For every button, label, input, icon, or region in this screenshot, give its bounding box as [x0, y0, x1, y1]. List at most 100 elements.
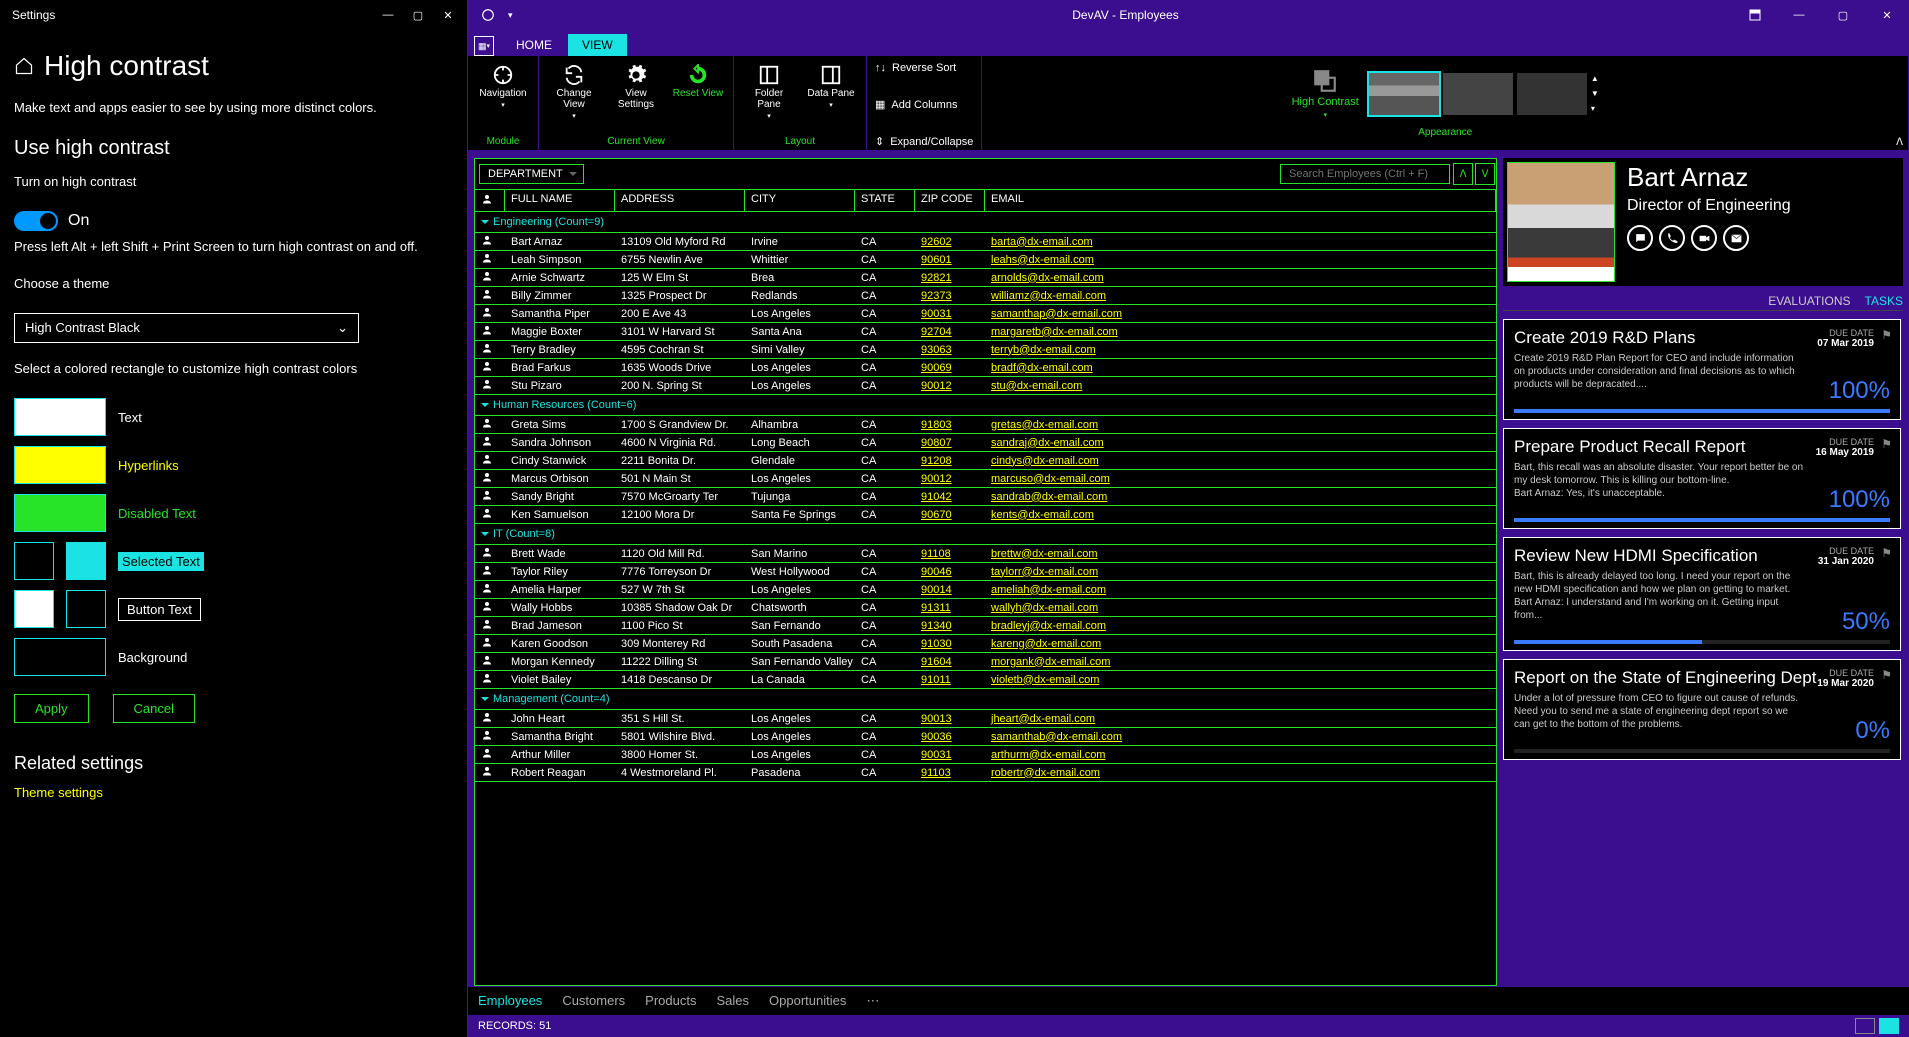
- group-row[interactable]: Engineering (Count=9): [475, 212, 1496, 233]
- email-link[interactable]: sandrab@dx-email.com: [985, 490, 1496, 504]
- app-menu-button[interactable]: ▦▾: [474, 36, 494, 56]
- zip-link[interactable]: 90036: [915, 730, 985, 744]
- table-row[interactable]: Billy Zimmer1325 Prospect DrRedlandsCA92…: [475, 287, 1496, 305]
- email-link[interactable]: robertr@dx-email.com: [985, 766, 1496, 780]
- email-link[interactable]: bradf@dx-email.com: [985, 361, 1496, 375]
- tab-home[interactable]: HOME: [502, 34, 566, 56]
- zip-link[interactable]: 90012: [915, 472, 985, 486]
- apply-button[interactable]: Apply: [14, 694, 89, 723]
- btab-employees[interactable]: Employees: [478, 993, 542, 1009]
- gallery-more[interactable]: ▾: [1591, 104, 1599, 113]
- table-row[interactable]: Sandy Bright7570 McGroarty TerTujungaCA9…: [475, 488, 1496, 506]
- video-icon[interactable]: [1691, 225, 1717, 251]
- zip-link[interactable]: 90014: [915, 583, 985, 597]
- app-close-button[interactable]: ✕: [1865, 0, 1909, 30]
- zip-link[interactable]: 91604: [915, 655, 985, 669]
- table-row[interactable]: Taylor Riley7776 Torreyson DrWest Hollyw…: [475, 563, 1496, 581]
- email-link[interactable]: margaretb@dx-email.com: [985, 325, 1496, 339]
- table-row[interactable]: Robert Reagan4 Westmoreland Pl.PasadenaC…: [475, 764, 1496, 782]
- zip-link[interactable]: 90807: [915, 436, 985, 450]
- email-link[interactable]: gretas@dx-email.com: [985, 418, 1496, 432]
- email-link[interactable]: ameliah@dx-email.com: [985, 583, 1496, 597]
- col-icon[interactable]: [475, 190, 505, 211]
- zip-link[interactable]: 91042: [915, 490, 985, 504]
- email-link[interactable]: barta@dx-email.com: [985, 235, 1496, 249]
- table-row[interactable]: Arnie Schwartz125 W Elm StBreaCA92821arn…: [475, 269, 1496, 287]
- qat-dropdown[interactable]: ▾: [508, 10, 518, 21]
- ribbon-collapse-button[interactable]: ᐱ: [1896, 137, 1903, 148]
- tab-view[interactable]: VIEW: [568, 34, 627, 56]
- btab-sales[interactable]: Sales: [716, 993, 749, 1009]
- table-row[interactable]: Sandra Johnson4600 N Virginia Rd.Long Be…: [475, 434, 1496, 452]
- table-row[interactable]: Marcus Orbison501 N Main StLos AngelesCA…: [475, 470, 1496, 488]
- zip-link[interactable]: 90031: [915, 307, 985, 321]
- view-mode-2[interactable]: [1879, 1018, 1899, 1034]
- table-row[interactable]: Brad Farkus1635 Woods DriveLos AngelesCA…: [475, 359, 1496, 377]
- email-link[interactable]: samanthap@dx-email.com: [985, 307, 1496, 321]
- cancel-button[interactable]: Cancel: [113, 694, 195, 723]
- email-link[interactable]: taylorr@dx-email.com: [985, 565, 1496, 579]
- zip-link[interactable]: 93063: [915, 343, 985, 357]
- table-row[interactable]: Brad Jameson1100 Pico StSan FernandoCA91…: [475, 617, 1496, 635]
- task-card[interactable]: Create 2019 R&D PlansDUE DATE07 Mar 2019…: [1503, 319, 1901, 420]
- email-link[interactable]: bradleyj@dx-email.com: [985, 619, 1496, 633]
- table-row[interactable]: Brett Wade1120 Old Mill Rd.San MarinoCA9…: [475, 545, 1496, 563]
- data-pane-button[interactable]: Data Pane▾: [804, 60, 858, 109]
- reverse-sort-button[interactable]: ↑↓Reverse Sort: [875, 60, 956, 76]
- zip-link[interactable]: 91011: [915, 673, 985, 687]
- grid-body[interactable]: Engineering (Count=9)Bart Arnaz13109 Old…: [475, 212, 1496, 985]
- zip-link[interactable]: 92373: [915, 289, 985, 303]
- col-zip[interactable]: ZIP CODE: [915, 190, 985, 211]
- group-row[interactable]: IT (Count=8): [475, 524, 1496, 545]
- email-link[interactable]: brettw@dx-email.com: [985, 547, 1496, 561]
- gallery-down[interactable]: ▼: [1591, 89, 1599, 98]
- table-row[interactable]: Ken Samuelson12100 Mora DrSanta Fe Sprin…: [475, 506, 1496, 524]
- email-link[interactable]: samanthab@dx-email.com: [985, 730, 1496, 744]
- table-row[interactable]: Bart Arnaz13109 Old Myford RdIrvineCA926…: [475, 233, 1496, 251]
- app-minimize-button[interactable]: —: [1777, 0, 1821, 30]
- btab-more[interactable]: ⋯: [866, 993, 879, 1009]
- email-link[interactable]: violetb@dx-email.com: [985, 673, 1496, 687]
- theme-thumb-1[interactable]: [1369, 73, 1439, 115]
- tab-tasks[interactable]: TASKS: [1865, 294, 1903, 308]
- group-row[interactable]: Human Resources (Count=6): [475, 395, 1496, 416]
- change-view-button[interactable]: Change View▾: [547, 60, 601, 120]
- email-link[interactable]: kareng@dx-email.com: [985, 637, 1496, 651]
- theme-thumb-2[interactable]: [1443, 73, 1513, 115]
- swatch-background[interactable]: [14, 638, 106, 676]
- col-full-name[interactable]: FULL NAME: [505, 190, 615, 211]
- theme-gallery[interactable]: ▲▼▾: [1369, 73, 1599, 115]
- table-row[interactable]: Arthur Miller3800 Homer St.Los AngelesCA…: [475, 746, 1496, 764]
- task-card[interactable]: Prepare Product Recall ReportDUE DATE16 …: [1503, 428, 1901, 529]
- email-link[interactable]: morgank@dx-email.com: [985, 655, 1496, 669]
- col-email[interactable]: EMAIL: [985, 190, 1496, 211]
- theme-thumb-3[interactable]: [1517, 73, 1587, 115]
- email-link[interactable]: williamz@dx-email.com: [985, 289, 1496, 303]
- hc-toggle[interactable]: [14, 211, 58, 231]
- btab-opportunities[interactable]: Opportunities: [769, 993, 846, 1009]
- mail-icon[interactable]: [1723, 225, 1749, 251]
- zip-link[interactable]: 91108: [915, 547, 985, 561]
- navigation-button[interactable]: Navigation▾: [476, 60, 530, 109]
- zip-link[interactable]: 91803: [915, 418, 985, 432]
- swatch-button-bg[interactable]: [66, 590, 106, 628]
- maximize-button[interactable]: ▢: [403, 2, 433, 28]
- zip-link[interactable]: 90670: [915, 508, 985, 522]
- zip-link[interactable]: 91103: [915, 766, 985, 780]
- table-row[interactable]: Terry Bradley4595 Cochran StSimi ValleyC…: [475, 341, 1496, 359]
- table-row[interactable]: Amelia Harper527 W 7th StLos AngelesCA90…: [475, 581, 1496, 599]
- app-maximize-button[interactable]: ▢: [1821, 0, 1865, 30]
- col-address[interactable]: ADDRESS: [615, 190, 745, 211]
- app-ribbon-mode-button[interactable]: [1733, 0, 1777, 30]
- zip-link[interactable]: 90069: [915, 361, 985, 375]
- zip-link[interactable]: 90601: [915, 253, 985, 267]
- swatch-hyperlinks[interactable]: [14, 446, 106, 484]
- high-contrast-button[interactable]: High Contrast▾: [1292, 68, 1359, 119]
- task-list[interactable]: Create 2019 R&D PlansDUE DATE07 Mar 2019…: [1503, 319, 1903, 986]
- folder-pane-button[interactable]: Folder Pane▾: [742, 60, 796, 120]
- table-row[interactable]: Karen Goodson309 Monterey RdSouth Pasade…: [475, 635, 1496, 653]
- table-row[interactable]: Violet Bailey1418 Descanso DrLa CanadaCA…: [475, 671, 1496, 689]
- view-mode-1[interactable]: [1855, 1018, 1875, 1034]
- email-link[interactable]: arthurm@dx-email.com: [985, 748, 1496, 762]
- zip-link[interactable]: 90013: [915, 712, 985, 726]
